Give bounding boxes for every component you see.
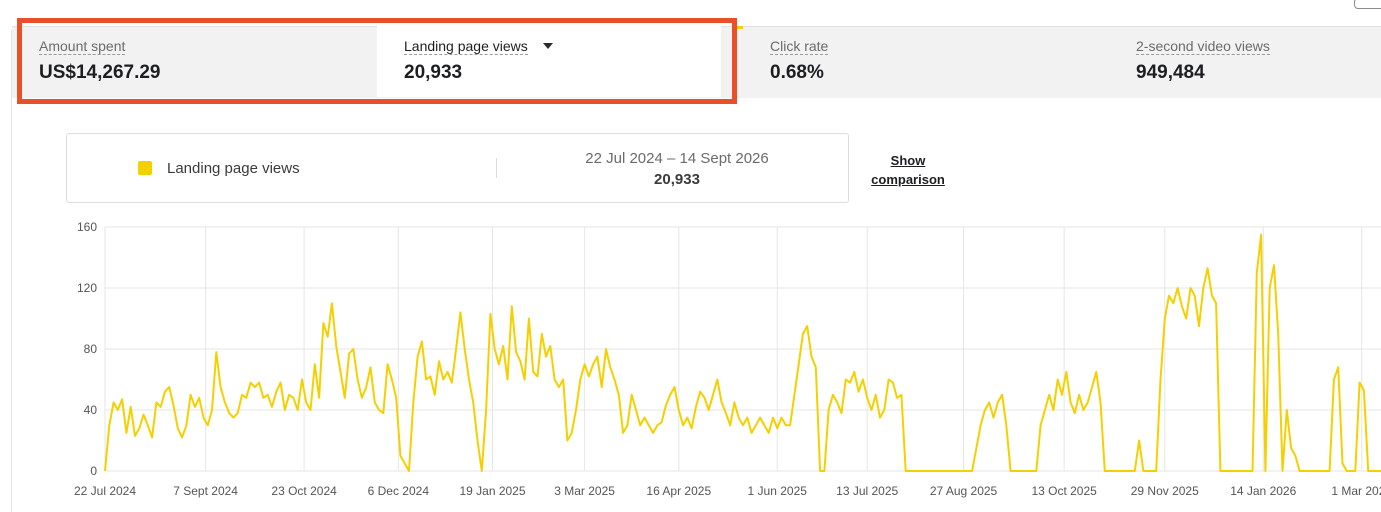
x-tick-label: 1 Mar 2026	[1331, 484, 1381, 498]
y-tick-label: 0	[90, 464, 97, 478]
chart-series	[104, 233, 1381, 472]
x-tick-label: 29 Nov 2025	[1131, 484, 1199, 498]
y-tick-label: 160	[77, 220, 97, 234]
x-tick-label: 6 Dec 2024	[368, 484, 430, 498]
x-tick-label: 7 Sept 2024	[173, 484, 238, 498]
x-tick-label: 22 Jul 2024	[74, 484, 136, 498]
x-tick-label: 27 Aug 2025	[930, 484, 998, 498]
x-tick-label: 1 Jun 2025	[748, 484, 808, 498]
x-tick-label: 23 Oct 2024	[271, 484, 337, 498]
x-tick-label: 13 Oct 2025	[1031, 484, 1097, 498]
x-tick-label: 3 Mar 2025	[554, 484, 615, 498]
x-tick-label: 13 Jul 2025	[836, 484, 898, 498]
series-line	[104, 233, 1381, 472]
x-tick-label: 14 Jan 2026	[1230, 484, 1296, 498]
x-tick-label: 16 Apr 2025	[646, 484, 711, 498]
chart-grid	[104, 226, 1381, 472]
x-tick-label: 19 Jan 2025	[459, 484, 525, 498]
y-tick-label: 120	[77, 281, 97, 295]
y-tick-label: 80	[84, 342, 98, 356]
line-chart: 0 40 80 120 160 22 Jul 2024 7 Sept 2024 23 Oct …	[74, 220, 1381, 498]
y-tick-label: 40	[84, 403, 98, 417]
chart-axes: 0 40 80 120 160 22 Jul 2024 7 Sept 2024 23 Oct …	[74, 220, 1381, 498]
